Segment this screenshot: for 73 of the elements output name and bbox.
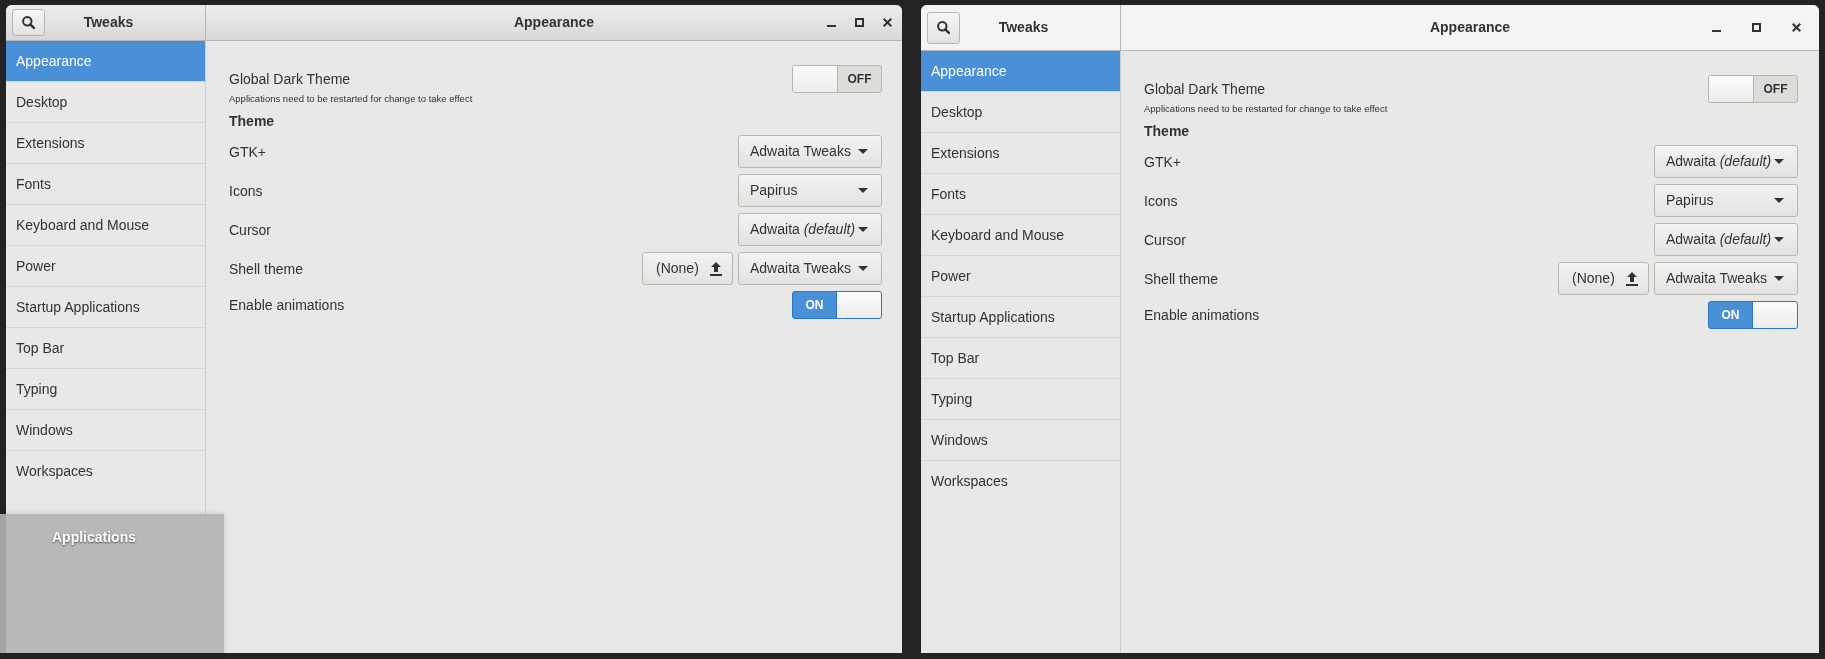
setting-label: Cursor [229, 220, 271, 240]
sidebar-item[interactable]: Top Bar [6, 328, 205, 369]
sidebar-item[interactable]: Workspaces [921, 461, 1120, 502]
caret-down-icon [858, 227, 868, 232]
search-button[interactable] [12, 9, 45, 36]
window-title: Appearance [513, 13, 595, 32]
caret-down-icon [1774, 276, 1784, 281]
sidebar-item[interactable]: Power [6, 246, 205, 287]
sidebar-item[interactable]: Fonts [6, 164, 205, 205]
setting-label: Shell theme [1144, 269, 1218, 289]
sidebar-item[interactable]: Extensions [921, 133, 1120, 174]
setting-label: Global Dark Theme [1144, 80, 1267, 99]
setting-label: Shell theme [229, 259, 303, 279]
setting-label: Icons [1144, 191, 1178, 211]
file-chooser-button[interactable]: (None) [1558, 262, 1649, 295]
maximize-icon [1751, 23, 1761, 32]
setting-label: GTK+ [229, 142, 266, 162]
dropdown[interactable]: Adwaita Tweaks [1654, 262, 1798, 295]
caret-down-icon [858, 266, 868, 271]
search-button[interactable] [927, 11, 960, 44]
dropdown[interactable]: Papirus [738, 174, 882, 207]
toggle-switch[interactable]: OFF [792, 65, 882, 93]
window-title: Appearance [1429, 18, 1511, 37]
search-icon [22, 16, 35, 29]
section-heading: Theme [1144, 123, 1191, 139]
sidebar-item[interactable]: Startup Applications [6, 287, 205, 328]
setting-label: Cursor [1144, 230, 1186, 250]
overlay-label: Applications [52, 528, 136, 546]
setting-label: Icons [229, 181, 263, 201]
app-title: Tweaks [83, 13, 134, 32]
setting-description: Applications need to be restarted for change to take effect [1144, 103, 1388, 115]
caret-down-icon [858, 149, 868, 154]
sidebar-item[interactable]: Keyboard and Mouse [6, 205, 205, 246]
caret-down-icon [1774, 159, 1784, 164]
sidebar-item[interactable]: Extensions [6, 123, 205, 164]
setting-label: Enable animations [229, 296, 345, 315]
minimize-icon [1711, 30, 1721, 32]
search-icon [937, 21, 950, 34]
sidebar-item[interactable]: Power [921, 256, 1120, 297]
sidebar-item[interactable]: Top Bar [921, 338, 1120, 379]
dropdown[interactable]: Papirus [1654, 184, 1798, 217]
sidebar-item[interactable]: Workspaces [6, 451, 205, 492]
sidebar-item[interactable]: Windows [6, 410, 205, 451]
caret-down-icon [1774, 198, 1784, 203]
sidebar-item[interactable]: Startup Applications [921, 297, 1120, 338]
close-icon [1791, 23, 1801, 32]
sidebar-item[interactable]: Desktop [921, 92, 1120, 133]
caret-down-icon [1774, 237, 1784, 242]
section-heading: Theme [229, 113, 276, 129]
caret-down-icon [858, 188, 868, 193]
setting-label: Enable animations [1144, 306, 1260, 325]
sidebar-item[interactable]: Keyboard and Mouse [921, 215, 1120, 256]
maximize-icon [854, 18, 864, 27]
sidebar-item[interactable]: Windows [921, 420, 1120, 461]
sidebar-item[interactable]: Fonts [921, 174, 1120, 215]
toggle-switch[interactable]: OFF [1708, 75, 1798, 103]
file-chooser-button[interactable]: (None) [642, 252, 733, 285]
upload-icon [1626, 271, 1638, 286]
upload-icon [710, 261, 722, 276]
setting-description: Applications need to be restarted for change to take effect [229, 93, 473, 105]
dropdown[interactable]: Adwaita (default) [738, 213, 882, 246]
sidebar-item[interactable]: Typing [921, 379, 1120, 420]
sidebar-item[interactable]: Typing [6, 369, 205, 410]
dropdown[interactable]: Adwaita Tweaks [738, 135, 882, 168]
setting-label: Global Dark Theme [229, 70, 352, 89]
close-icon [882, 18, 892, 27]
sidebar-item[interactable]: Desktop [6, 82, 205, 123]
dropdown[interactable]: Adwaita (default) [1654, 145, 1798, 178]
dropdown[interactable]: Adwaita Tweaks [738, 252, 882, 285]
dropdown[interactable]: Adwaita (default) [1654, 223, 1798, 256]
setting-label: GTK+ [1144, 152, 1181, 172]
app-title: Tweaks [998, 18, 1049, 37]
minimize-icon [826, 25, 836, 27]
